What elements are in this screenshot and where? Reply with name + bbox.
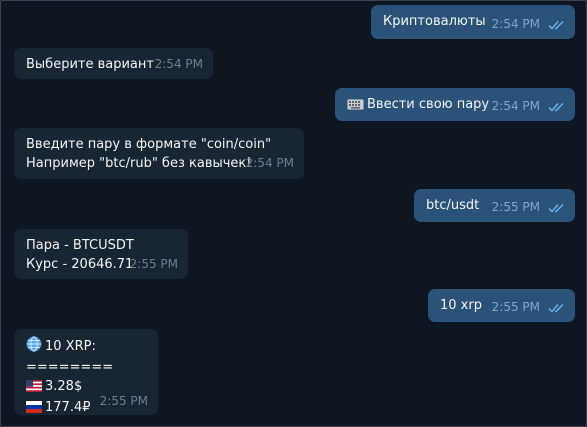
message-text: Выберите вариант bbox=[26, 57, 154, 72]
message-meta: 2:54 PM bbox=[246, 154, 294, 173]
message-time: 2:55 PM bbox=[491, 200, 540, 214]
incoming-message[interactable]: 10 XRP: ======== 3.28$ 177.4₽ 2:55 PM bbox=[14, 329, 158, 415]
message-line: Введите пару в формате "coin/coin" bbox=[26, 137, 272, 152]
outgoing-message[interactable]: Ввести свою пару 2:54 PM bbox=[335, 88, 575, 121]
message-time: 2:54 PM bbox=[491, 99, 540, 113]
us-flag-icon bbox=[26, 379, 42, 398]
message-line: Пара - BTCUSDT bbox=[26, 238, 134, 253]
globe-icon bbox=[26, 336, 42, 358]
message-meta: 2:55 PM bbox=[100, 392, 148, 411]
incoming-message[interactable]: Выберите вариант 2:54 PM bbox=[14, 48, 213, 79]
message-time: 2:54 PM bbox=[245, 156, 294, 170]
ru-flag-icon bbox=[26, 400, 42, 419]
message-meta: 2:54 PM bbox=[492, 97, 565, 116]
message-meta: 2:55 PM bbox=[492, 198, 565, 217]
message-meta: 2:54 PM bbox=[155, 55, 203, 74]
message-meta: 2:55 PM bbox=[130, 255, 178, 274]
outgoing-message[interactable]: btc/usdt 2:55 PM bbox=[414, 189, 575, 222]
message-time: 2:55 PM bbox=[99, 394, 148, 408]
message-time: 2:54 PM bbox=[154, 57, 203, 71]
message-line: 10 XRP: bbox=[26, 336, 146, 358]
message-text: 10 xrp bbox=[440, 298, 482, 313]
double-check-icon bbox=[548, 102, 565, 112]
keyboard-icon bbox=[347, 97, 364, 116]
double-check-icon bbox=[548, 303, 565, 313]
message-time: 2:55 PM bbox=[491, 300, 540, 314]
double-check-icon bbox=[548, 203, 565, 213]
outgoing-message[interactable]: Криптовалюты 2:54 PM bbox=[371, 5, 575, 39]
message-line: ======== bbox=[26, 360, 114, 375]
message-time: 2:55 PM bbox=[129, 257, 178, 271]
message-meta: 2:54 PM bbox=[492, 15, 565, 34]
outgoing-message[interactable]: 10 xrp 2:55 PM bbox=[428, 289, 575, 322]
incoming-message[interactable]: Пара - BTCUSDT Курс - 20646.71 2:55 PM bbox=[14, 229, 188, 279]
message-meta: 2:55 PM bbox=[492, 298, 565, 317]
double-check-icon bbox=[548, 20, 565, 30]
message-time: 2:54 PM bbox=[491, 17, 540, 31]
message-text: Ввести свою пару bbox=[367, 97, 490, 112]
incoming-message[interactable]: Введите пару в формате "coin/coin" Напри… bbox=[14, 128, 304, 179]
message-text: btc/usdt bbox=[426, 198, 480, 213]
message-text: Криптовалюты bbox=[383, 14, 486, 29]
